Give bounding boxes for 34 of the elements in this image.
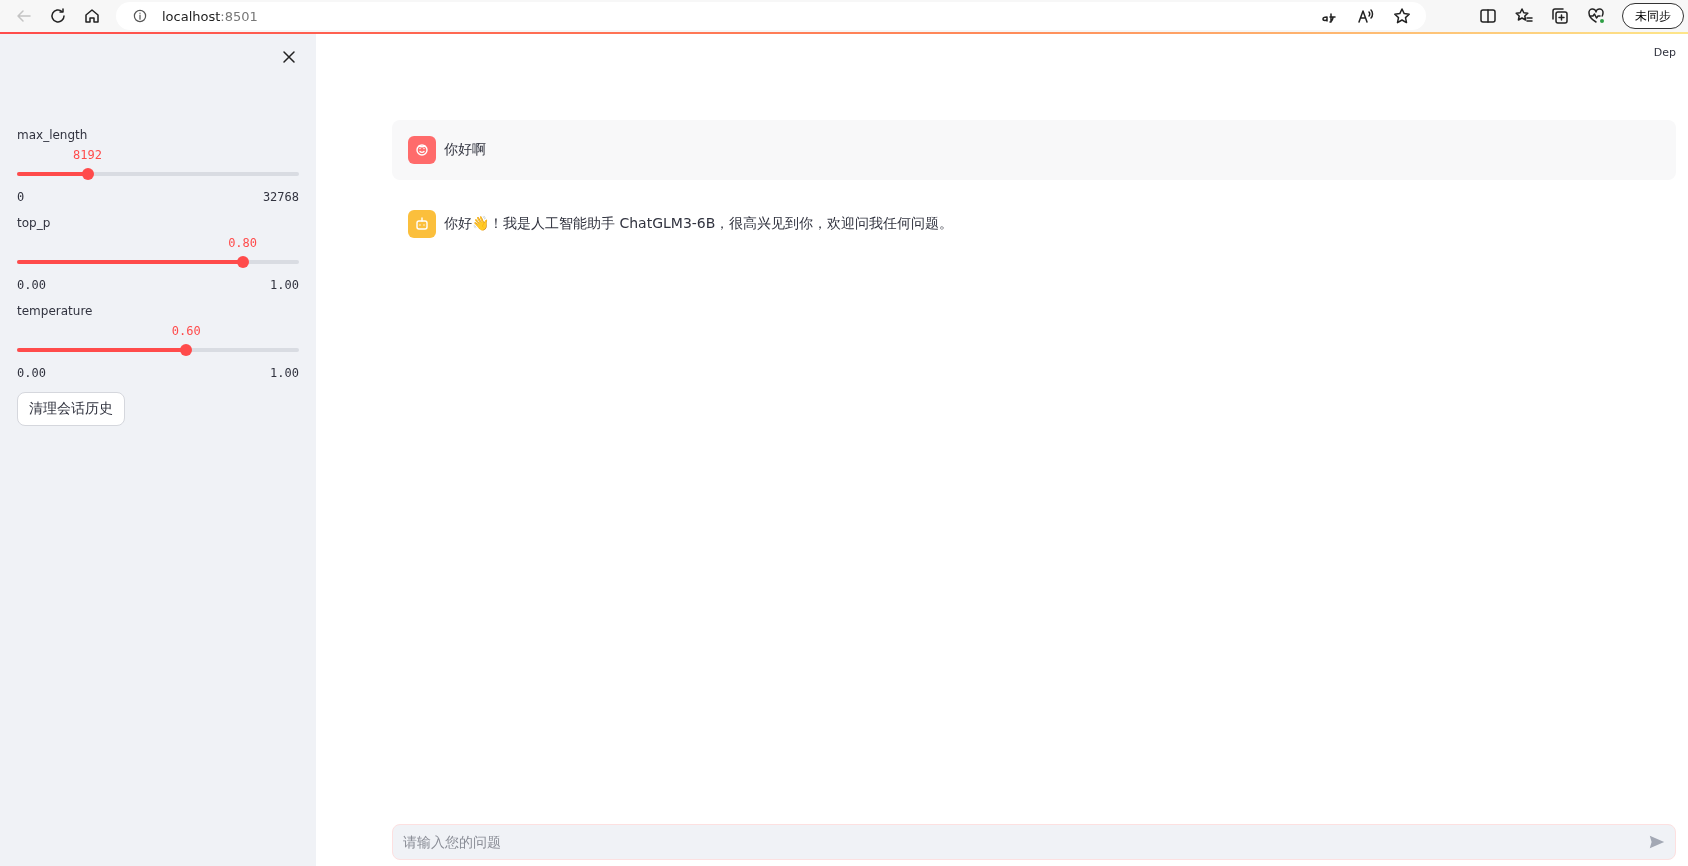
slider-max: 32768	[262, 190, 299, 204]
split-screen-icon[interactable]	[1478, 6, 1498, 26]
read-aloud-icon[interactable]	[1356, 6, 1376, 26]
slider-value: 0.60	[171, 324, 201, 338]
chat-input[interactable]: 请输入您的问题	[392, 824, 1676, 860]
deploy-label[interactable]: Dep	[1653, 46, 1676, 94]
slider-min: 0.00	[17, 278, 46, 292]
heart-pulse-icon[interactable]	[1586, 6, 1606, 26]
slider-min: 0	[17, 190, 25, 204]
slider-label: max_length	[17, 128, 89, 144]
slider-value: 8192	[73, 148, 102, 162]
slider-label: temperature	[17, 304, 94, 320]
slider-value: 0.80	[228, 236, 258, 250]
robot-avatar	[408, 210, 436, 238]
home-icon[interactable]	[82, 6, 102, 26]
slider-max: 1.00	[270, 366, 299, 380]
slider-label: top_p	[17, 216, 52, 232]
clear-history-button[interactable]: 清理会话历史	[17, 392, 125, 426]
address-host: localhost	[162, 8, 221, 24]
profile-button[interactable]: 未同步	[1622, 3, 1684, 29]
slider-min: 0.00	[17, 366, 46, 380]
slider-thumb[interactable]	[81, 168, 94, 180]
message-text: 你好啊	[444, 141, 486, 159]
slider-thumb[interactable]	[180, 344, 193, 356]
collections-icon[interactable]	[1550, 6, 1570, 26]
reload-icon[interactable]	[48, 6, 68, 26]
info-icon	[132, 8, 148, 24]
slider-max: 1.00	[270, 278, 299, 292]
address-bar[interactable]: localhost:8501	[116, 2, 1426, 30]
message-text: 你好👋！我是人工智能助手 ChatGLM3-6B，很高兴见到你，欢迎问我任何问题。	[444, 215, 954, 233]
star-icon[interactable]	[1392, 6, 1412, 26]
slider-thumb[interactable]	[236, 256, 249, 268]
address-port: :8501	[220, 8, 258, 24]
user-avatar	[408, 136, 436, 164]
